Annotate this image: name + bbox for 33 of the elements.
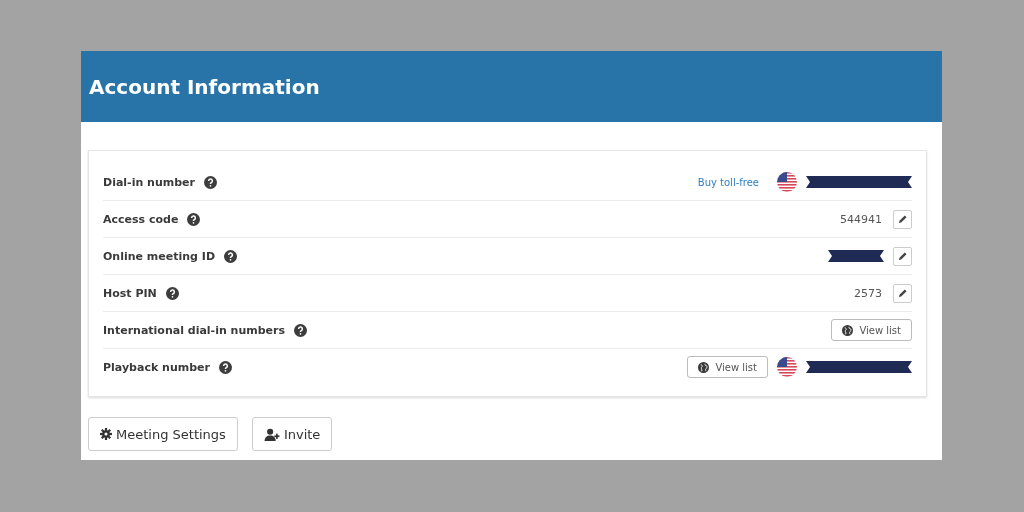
view-list-button[interactable]: View list: [831, 319, 912, 341]
help-icon[interactable]: [218, 360, 232, 374]
globe-icon: [842, 324, 854, 336]
redaction-mark: [828, 249, 884, 263]
pencil-icon: [897, 288, 908, 298]
view-list-button[interactable]: View list: [687, 356, 768, 378]
help-icon[interactable]: [204, 175, 217, 189]
field-label: Playback number: [103, 360, 210, 374]
help-icon[interactable]: [187, 212, 201, 226]
edit-button[interactable]: [893, 283, 912, 303]
help-icon[interactable]: [224, 249, 237, 263]
globe-icon: [698, 361, 710, 373]
field-label: International dial-in numbers: [103, 323, 286, 337]
pencil-icon: [897, 251, 908, 261]
page-title: Account Information: [89, 74, 320, 99]
field-label: Access code: [103, 212, 179, 226]
invite-button[interactable]: Invite: [251, 417, 333, 451]
edit-button[interactable]: [893, 246, 912, 266]
flag-icon: [777, 172, 797, 192]
flag-icon: [777, 357, 797, 377]
gear-icon: [100, 428, 112, 440]
add-user-icon: [263, 427, 280, 441]
edit-button[interactable]: [893, 209, 912, 229]
buy-toll-free-link[interactable]: Buy toll-free: [697, 176, 759, 188]
meeting-settings-button[interactable]: Meeting Settings: [88, 417, 238, 451]
pencil-icon: [897, 214, 908, 224]
field-value: 2573: [854, 286, 882, 300]
help-icon[interactable]: [165, 286, 179, 300]
field-value: 544941: [840, 212, 882, 226]
field-label: Dial-in number: [103, 175, 195, 189]
help-icon[interactable]: [294, 323, 308, 337]
field-label: Online meeting ID: [103, 249, 215, 263]
field-label: Host PIN: [103, 286, 157, 300]
